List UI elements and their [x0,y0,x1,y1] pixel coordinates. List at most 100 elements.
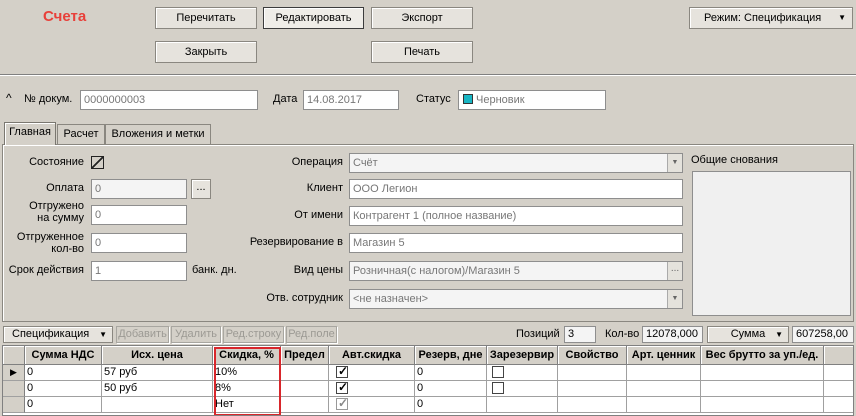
payment-field[interactable]: 0 [91,179,187,199]
cell-price[interactable]: 57 руб [102,365,213,381]
positions-field: 3 [564,326,596,343]
reserved-checkbox[interactable] [492,382,504,394]
col-header-price-tag[interactable]: Арт. ценник [627,346,701,365]
cell-reserved[interactable] [487,365,558,381]
cell-reserve-days[interactable]: 0 [415,397,487,413]
shipped-sum-field[interactable]: 0 [91,205,187,225]
cell-vat[interactable]: 0 [25,381,102,397]
operation-select[interactable]: Счёт ▼ [349,153,683,173]
spec-dropdown-label: Спецификация [12,328,90,340]
cell-auto-discount[interactable] [329,397,415,413]
mode-dropdown[interactable]: Режим: Спецификация ▼ [689,7,853,29]
tab-calculation[interactable]: Расчет [57,124,105,144]
reserve-field[interactable]: Магазин 5 [349,233,683,253]
cell-limit[interactable] [281,397,329,413]
cell-extra [824,397,853,413]
export-button[interactable]: Экспорт [371,7,473,29]
cell-property[interactable] [558,397,627,413]
price-type-label: Вид цены [293,264,343,276]
chevron-down-icon: ▼ [667,154,682,172]
row-indicator: ▶ [3,365,25,381]
auto-discount-checkbox[interactable] [336,397,348,411]
collapse-chevron-icon[interactable]: ^ [6,91,12,105]
state-edit-icon [91,156,104,169]
edit-row-button[interactable]: Ред.строку [223,326,284,343]
tab-attachments[interactable]: Вложения и метки [105,124,211,144]
print-button[interactable]: Печать [371,41,473,63]
employee-select[interactable]: <не назначен> ▼ [349,289,683,309]
cell-gross-weight[interactable] [701,365,824,381]
auto-discount-checkbox[interactable] [336,365,348,379]
chevron-down-icon: ▼ [667,290,682,308]
spec-grid[interactable]: Сумма НДС Исх. цена Скидка, % Предел Авт… [2,345,854,416]
col-header-property[interactable]: Свойство [558,346,627,365]
row-indicator [3,381,25,397]
shipped-qty-label-1: Отгруженное [16,231,84,243]
cell-property[interactable] [558,381,627,397]
cell-reserve-days[interactable]: 0 [415,365,487,381]
cell-reserved[interactable] [487,397,558,413]
spec-dropdown[interactable]: Спецификация ▼ [3,326,113,343]
date-field[interactable]: 14.08.2017 [303,90,399,110]
chevron-down-icon: ▼ [775,330,783,339]
col-header-reserved[interactable]: Зарезервир [487,346,558,365]
price-type-field[interactable]: Розничная(с налогом)/Магазин 5 ... [349,261,683,281]
ellipsis-icon[interactable]: ... [667,262,682,280]
reserve-label: Резервирование в [249,236,343,248]
reread-button[interactable]: Перечитать [155,7,257,29]
delete-row-button[interactable]: Удалить [171,326,221,343]
col-header-reserve-days[interactable]: Резерв, дне [415,346,487,365]
cell-reserve-days[interactable]: 0 [415,381,487,397]
status-color-icon [463,94,473,104]
cell-limit[interactable] [281,381,329,397]
payment-label: Оплата [46,182,84,194]
cell-vat[interactable]: 0 [25,365,102,381]
cell-price[interactable]: 50 руб [102,381,213,397]
col-header-vat[interactable]: Сумма НДС [25,346,102,365]
client-field[interactable]: ООО Легион [349,179,683,199]
cell-price-tag[interactable] [627,381,701,397]
payment-ellipsis-button[interactable]: ... [191,179,211,199]
cell-price[interactable] [102,397,213,413]
col-header-gross-weight[interactable]: Вес брутто за уп./ед. [701,346,824,365]
cell-gross-weight[interactable] [701,397,824,413]
on-behalf-field[interactable]: Контрагент 1 (полное название) [349,206,683,226]
operation-value: Счёт [353,157,378,169]
col-header-price[interactable]: Исх. цена [102,346,213,365]
employee-value: <не назначен> [353,293,429,305]
shipped-qty-field[interactable]: 0 [91,233,187,253]
shipped-sum-label-1: Отгружено [29,200,84,212]
edit-field-button[interactable]: Ред.поле [286,326,337,343]
doc-number-label: № докум. [24,93,73,105]
cell-property[interactable] [558,365,627,381]
cell-price-tag[interactable] [627,365,701,381]
discount-column-highlight [214,347,281,415]
col-header-limit[interactable]: Предел [281,346,329,365]
close-button[interactable]: Закрыть [155,41,257,63]
add-row-button[interactable]: Добавить [116,326,169,343]
cell-reserved[interactable] [487,381,558,397]
status-value: Черновик [476,94,525,106]
on-behalf-label: От имени [294,209,343,221]
col-header-auto-discount[interactable]: Авт.скидка [329,346,415,365]
validity-field[interactable]: 1 [91,261,187,281]
col-header-extra [824,346,853,365]
tab-main[interactable]: Главная [4,122,56,145]
general-grounds-textarea[interactable] [692,171,851,316]
status-label: Статус [416,93,451,105]
cell-price-tag[interactable] [627,397,701,413]
mode-dropdown-label: Режим: Спецификация [704,12,822,24]
edit-button[interactable]: Редактировать [263,7,364,29]
status-field[interactable]: Черновик [458,90,606,110]
cell-gross-weight[interactable] [701,381,824,397]
cell-auto-discount[interactable] [329,365,415,381]
cell-vat[interactable]: 0 [25,397,102,413]
cell-limit[interactable] [281,365,329,381]
sum-dropdown[interactable]: Сумма ▼ [707,326,789,343]
doc-number-field[interactable]: 0000000003 [80,90,258,110]
qty-label: Кол-во [605,328,640,340]
auto-discount-checkbox[interactable] [336,381,348,395]
reserved-checkbox[interactable] [492,366,504,378]
cell-auto-discount[interactable] [329,381,415,397]
chevron-down-icon: ▼ [838,13,846,22]
